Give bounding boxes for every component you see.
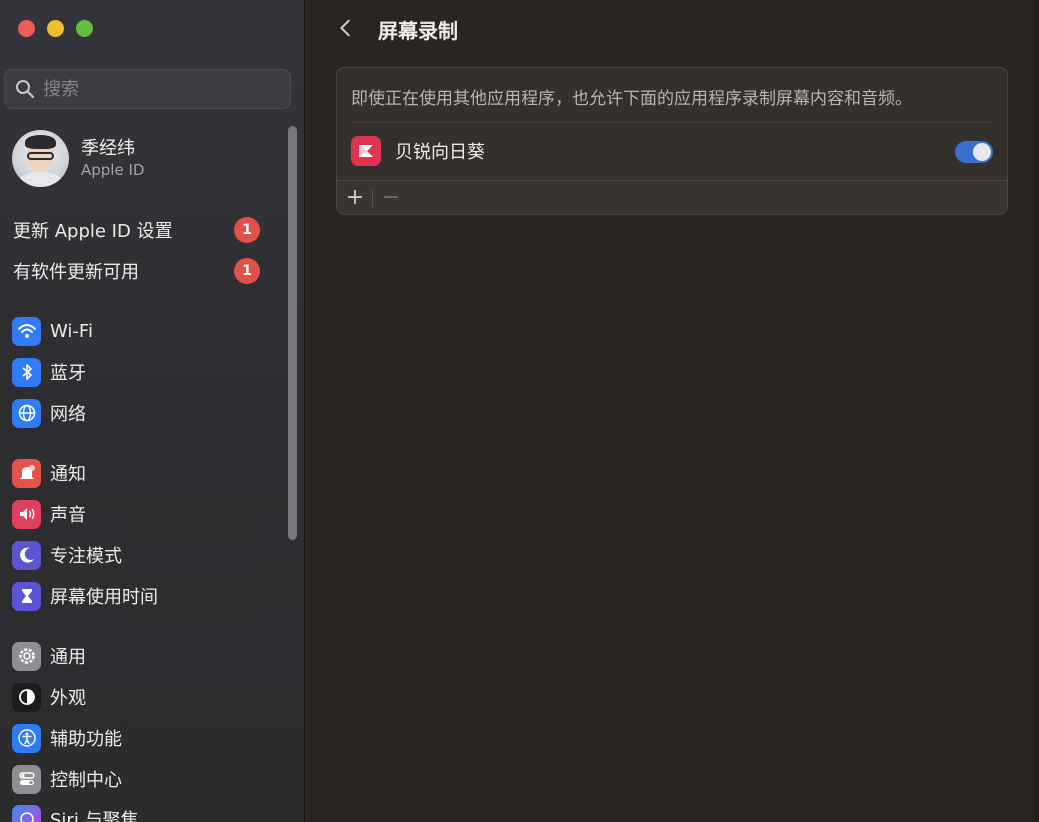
screen-recording-panel: 即使正在使用其他应用程序，也允许下面的应用程序录制屏幕内容和音频。 贝锐向日葵 …	[336, 67, 1008, 215]
sidebar-item-general[interactable]: 通用	[12, 639, 86, 673]
app-permission-toggle[interactable]	[955, 141, 993, 163]
sidebar-item-label: 网络	[50, 404, 86, 425]
sidebar-item-siri-spotlight[interactable]: Siri 与聚焦	[12, 802, 139, 822]
sidebar-item-accessibility[interactable]: 辅助功能	[12, 721, 122, 755]
window-controls	[18, 20, 93, 37]
content-pane: 屏幕录制 即使正在使用其他应用程序，也允许下面的应用程序录制屏幕内容和音频。 贝…	[306, 0, 1039, 822]
apple-id-account[interactable]: 季经纬 Apple ID	[12, 130, 144, 187]
sidebar-item-label: 屏幕使用时间	[50, 587, 158, 608]
sidebar-item-wifi[interactable]: Wi-Fi	[12, 314, 93, 348]
sidebar-item-label: 蓝牙	[50, 363, 86, 384]
wifi-icon	[12, 316, 41, 346]
page-title: 屏幕录制	[378, 19, 458, 43]
sidebar-item-label: Siri 与聚焦	[50, 810, 139, 822]
sidebar-item-focus[interactable]: 专注模式	[12, 538, 122, 572]
panel-footer: + −	[337, 180, 1007, 214]
sidebar-item-label: 通用	[50, 647, 86, 668]
sidebar-item-control-center[interactable]: 控制中心	[12, 762, 122, 796]
accessibility-icon	[12, 723, 41, 753]
sidebar-item-bluetooth[interactable]: 蓝牙	[12, 355, 86, 389]
account-subtitle: Apple ID	[81, 160, 145, 179]
sidebar-item-screen-time[interactable]: 屏幕使用时间	[12, 579, 158, 613]
search-field[interactable]	[4, 69, 291, 109]
notification-badge: 1	[234, 217, 260, 243]
toggle-knob	[973, 143, 991, 161]
remove-app-button[interactable]: −	[375, 183, 407, 211]
sidebar-item-notifications[interactable]: 通知	[12, 456, 86, 490]
gear-icon	[12, 641, 41, 671]
control-center-icon	[12, 764, 41, 794]
sidebar-item-label: Wi-Fi	[50, 320, 93, 342]
globe-icon	[12, 398, 41, 428]
bell-icon	[12, 458, 41, 488]
notification-badge: 1	[234, 258, 260, 284]
sidebar-item-label: 更新 Apple ID 设置	[13, 221, 173, 242]
appearance-icon	[12, 682, 41, 712]
divider	[351, 122, 993, 123]
bluetooth-icon	[12, 357, 41, 387]
window-edge	[1035, 0, 1039, 822]
sidebar-item-software-update[interactable]: 有软件更新可用 1	[13, 258, 260, 284]
search-input[interactable]	[43, 78, 273, 100]
sidebar-item-label: 声音	[50, 505, 86, 526]
account-name: 季经纬	[81, 137, 135, 159]
app-name: 贝锐向日葵	[395, 142, 485, 163]
sidebar-item-label: 有软件更新可用	[13, 262, 139, 283]
siri-icon	[12, 804, 41, 822]
search-icon	[16, 80, 35, 99]
zoom-window-button[interactable]	[76, 20, 93, 37]
add-app-button[interactable]: +	[339, 183, 371, 211]
sidebar-item-label: 控制中心	[50, 770, 122, 791]
back-button[interactable]	[334, 16, 358, 40]
sidebar-item-appearance[interactable]: 外观	[12, 680, 86, 714]
hourglass-icon	[12, 581, 41, 611]
sidebar-item-label: 通知	[50, 464, 86, 485]
sidebar-item-label: 外观	[50, 688, 86, 709]
sidebar-scrollbar[interactable]	[288, 126, 297, 540]
chevron-left-icon	[340, 19, 350, 37]
sunlogin-app-icon	[351, 136, 381, 166]
avatar	[12, 130, 69, 187]
speaker-icon	[12, 499, 41, 529]
sidebar-item-label: 专注模式	[50, 546, 122, 567]
sidebar-item-network[interactable]: 网络	[12, 396, 86, 430]
moon-icon	[12, 540, 41, 570]
close-window-button[interactable]	[18, 20, 35, 37]
sidebar-item-update-apple-id[interactable]: 更新 Apple ID 设置 1	[13, 217, 260, 243]
sidebar-item-sound[interactable]: 声音	[12, 497, 86, 531]
divider	[372, 189, 373, 207]
sidebar-item-label: 辅助功能	[50, 729, 122, 750]
sidebar: 季经纬 Apple ID 更新 Apple ID 设置 1 有软件更新可用 1 …	[0, 0, 305, 822]
panel-description: 即使正在使用其他应用程序，也允许下面的应用程序录制屏幕内容和音频。	[351, 89, 912, 109]
minimize-window-button[interactable]	[47, 20, 64, 37]
app-row[interactable]: 贝锐向日葵	[351, 136, 485, 166]
